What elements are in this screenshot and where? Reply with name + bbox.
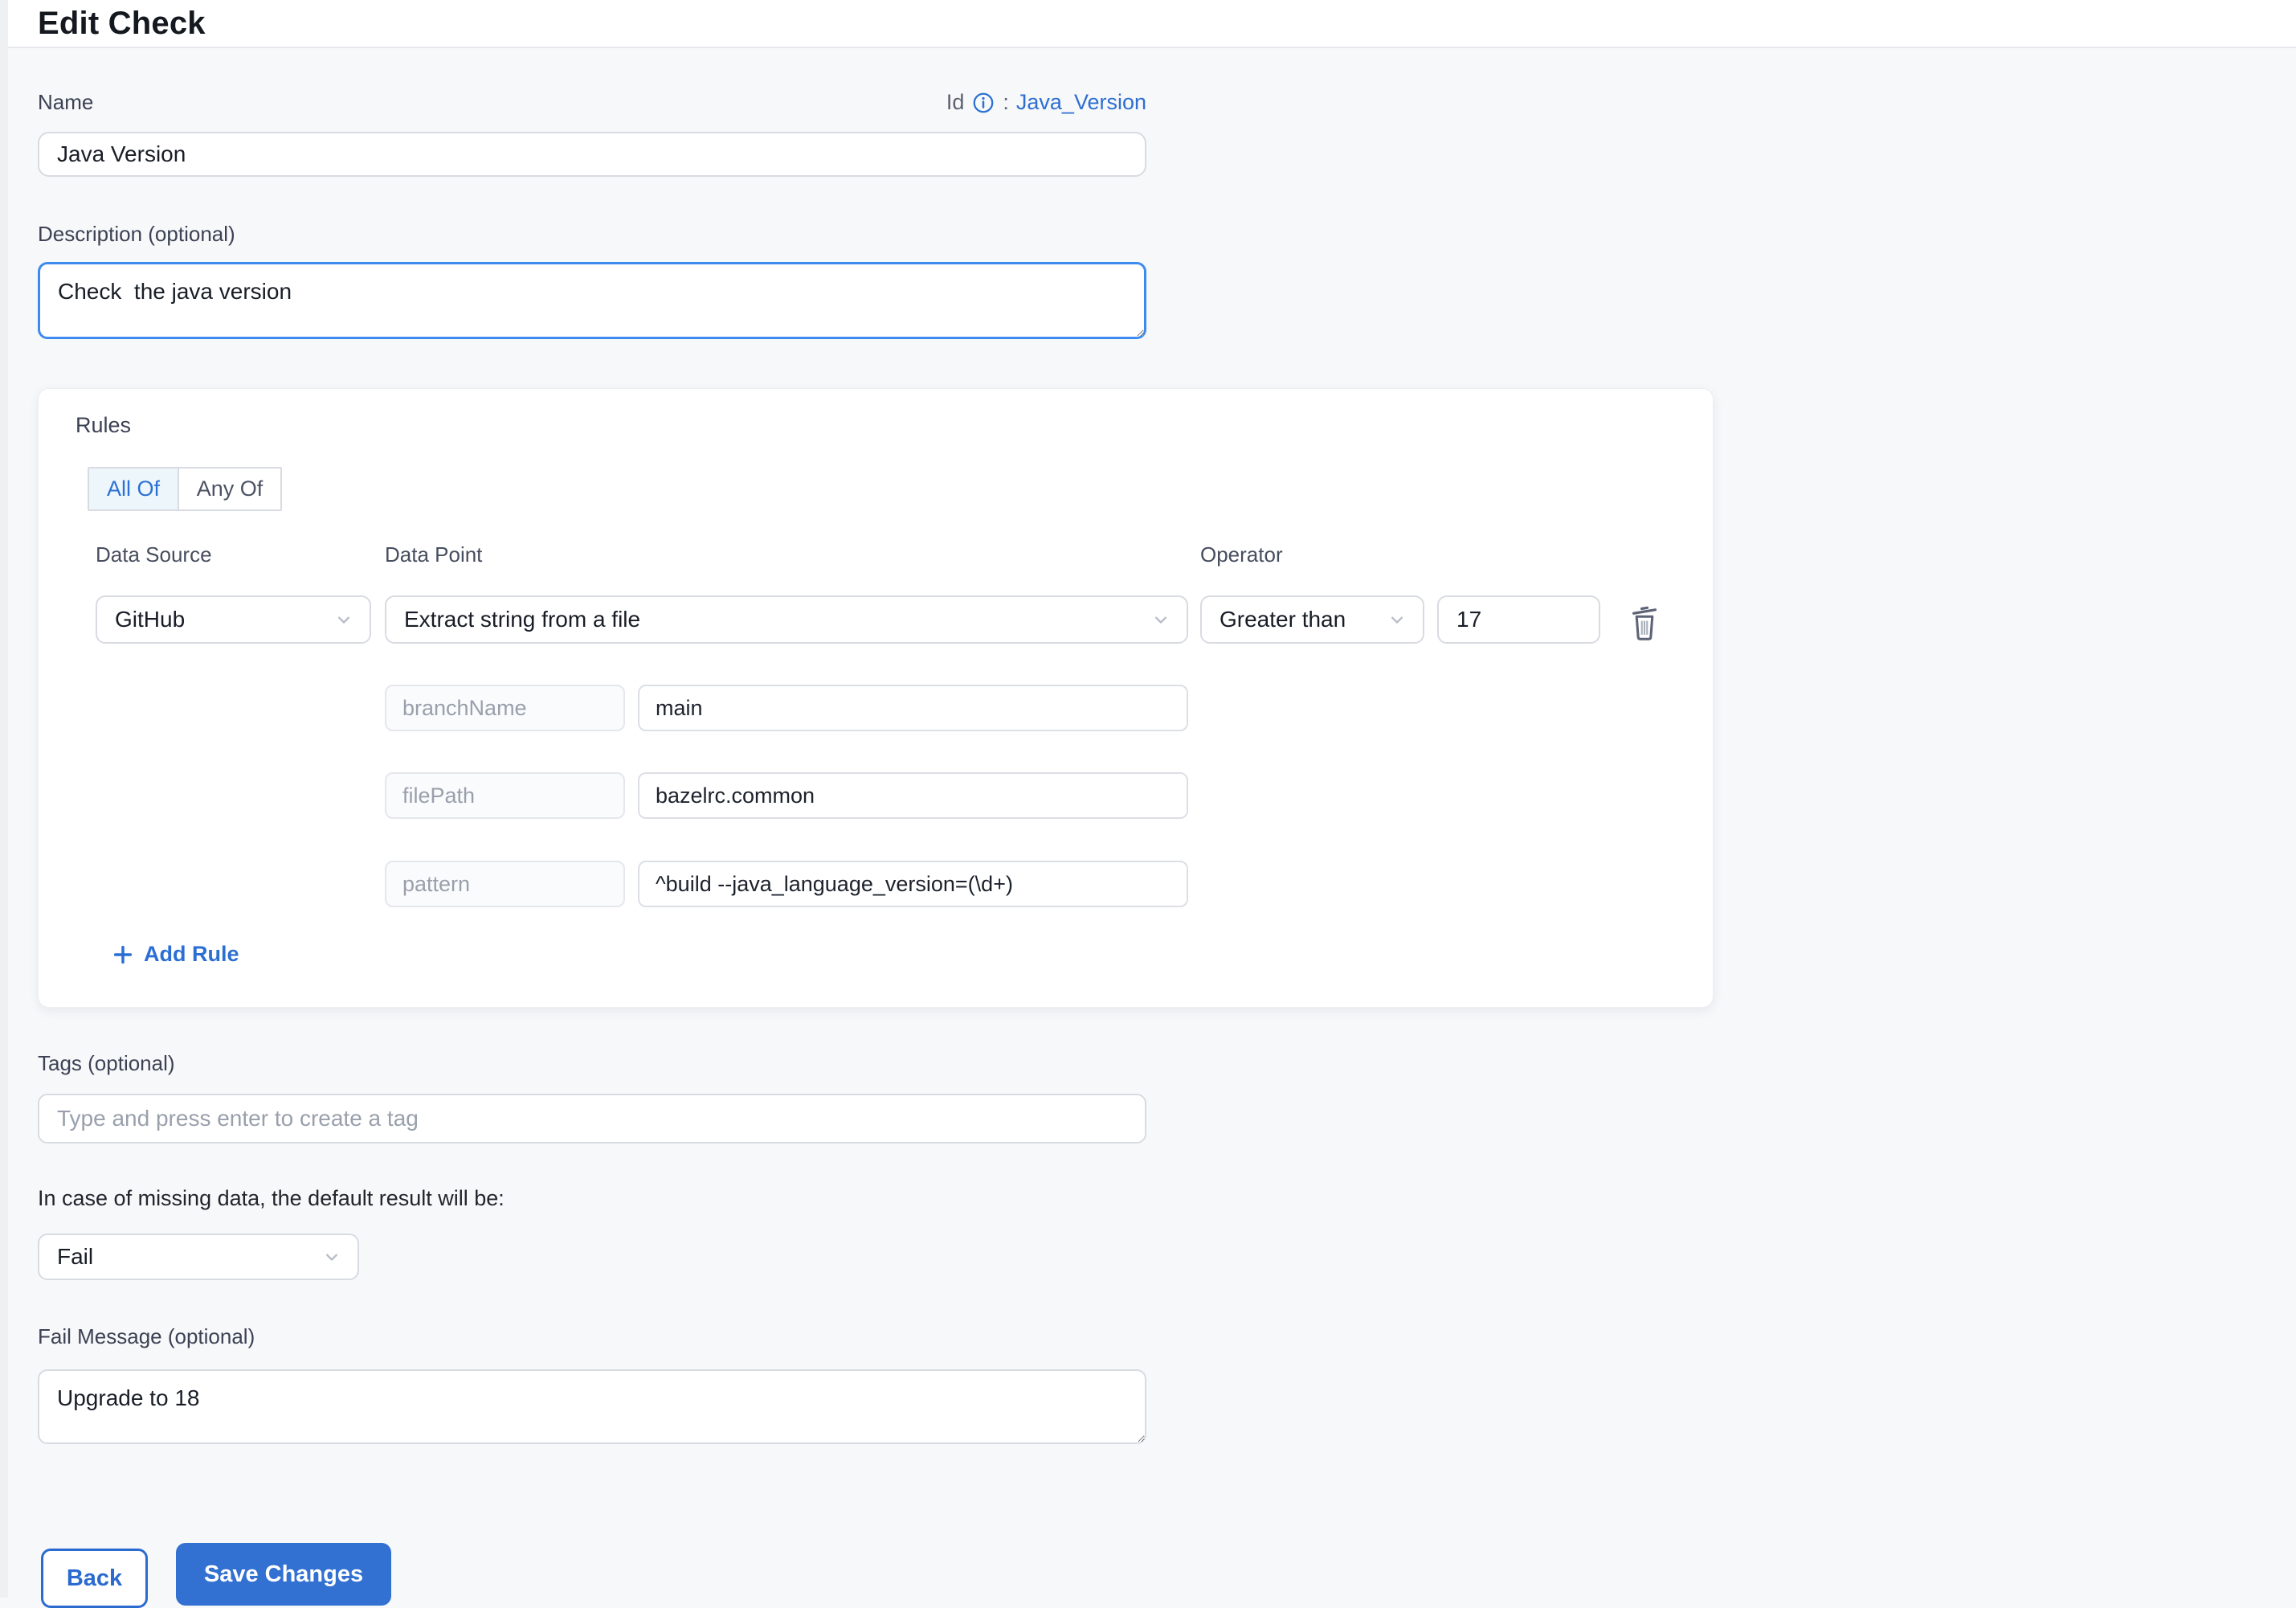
name-label: Name [38, 90, 93, 115]
param-key-pattern[interactable] [385, 861, 625, 907]
operator-value: Greater than [1219, 607, 1346, 632]
name-input[interactable] [38, 132, 1146, 177]
rules-label: Rules [76, 413, 131, 438]
param-value-filepath[interactable] [638, 772, 1188, 819]
description-label: Description (optional) [38, 222, 235, 247]
param-key-branchname[interactable] [385, 685, 625, 731]
param-value-pattern[interactable] [638, 861, 1188, 907]
data-source-select[interactable]: GitHub [96, 595, 371, 644]
default-result-select[interactable]: Fail [38, 1234, 359, 1280]
trash-icon [1626, 601, 1663, 641]
chevron-down-icon [1386, 608, 1408, 631]
check-id-link[interactable]: Java_Version [1016, 90, 1146, 115]
data-point-value: Extract string from a file [404, 607, 640, 632]
rules-card: Rules All Of Any Of Data Source Data Poi… [38, 388, 1714, 1008]
plus-icon [111, 943, 135, 967]
id-colon: : [1003, 90, 1009, 115]
data-point-select[interactable]: Extract string from a file [385, 595, 1188, 644]
operator-header: Operator [1200, 542, 1283, 567]
page-header: Edit Check [8, 0, 2296, 48]
data-point-header: Data Point [385, 542, 482, 567]
missing-data-label: In case of missing data, the default res… [38, 1186, 505, 1211]
tags-input[interactable] [38, 1094, 1146, 1144]
chevron-down-icon [321, 1246, 343, 1268]
id-label: Id [946, 90, 965, 115]
add-rule-label: Add Rule [144, 942, 239, 967]
operator-select[interactable]: Greater than [1200, 595, 1424, 644]
toggle-any-of[interactable]: Any Of [178, 467, 282, 511]
operator-threshold-input[interactable] [1437, 595, 1600, 644]
back-button[interactable]: Back [41, 1549, 148, 1608]
data-source-header: Data Source [96, 542, 212, 567]
rules-match-toggle: All Of Any Of [88, 467, 282, 511]
default-result-value: Fail [57, 1244, 93, 1270]
fail-message-label: Fail Message (optional) [38, 1324, 255, 1349]
fail-message-textarea[interactable]: Upgrade to 18 [38, 1369, 1146, 1444]
toggle-all-of[interactable]: All Of [88, 467, 179, 511]
description-textarea[interactable]: Check the java version [38, 262, 1146, 339]
save-changes-button[interactable]: Save Changes [176, 1543, 391, 1606]
chevron-down-icon [333, 608, 355, 631]
param-key-filepath[interactable] [385, 772, 625, 819]
tags-label: Tags (optional) [38, 1051, 175, 1076]
delete-rule-button[interactable] [1623, 599, 1666, 643]
window-edge-strip [0, 0, 8, 1598]
param-value-branchname[interactable] [638, 685, 1188, 731]
add-rule-button[interactable]: Add Rule [111, 942, 239, 967]
chevron-down-icon [1150, 608, 1172, 631]
info-icon[interactable] [971, 91, 995, 115]
id-row: Id : Java_Version [946, 90, 1146, 115]
page-title: Edit Check [38, 6, 206, 42]
data-source-value: GitHub [115, 607, 185, 632]
